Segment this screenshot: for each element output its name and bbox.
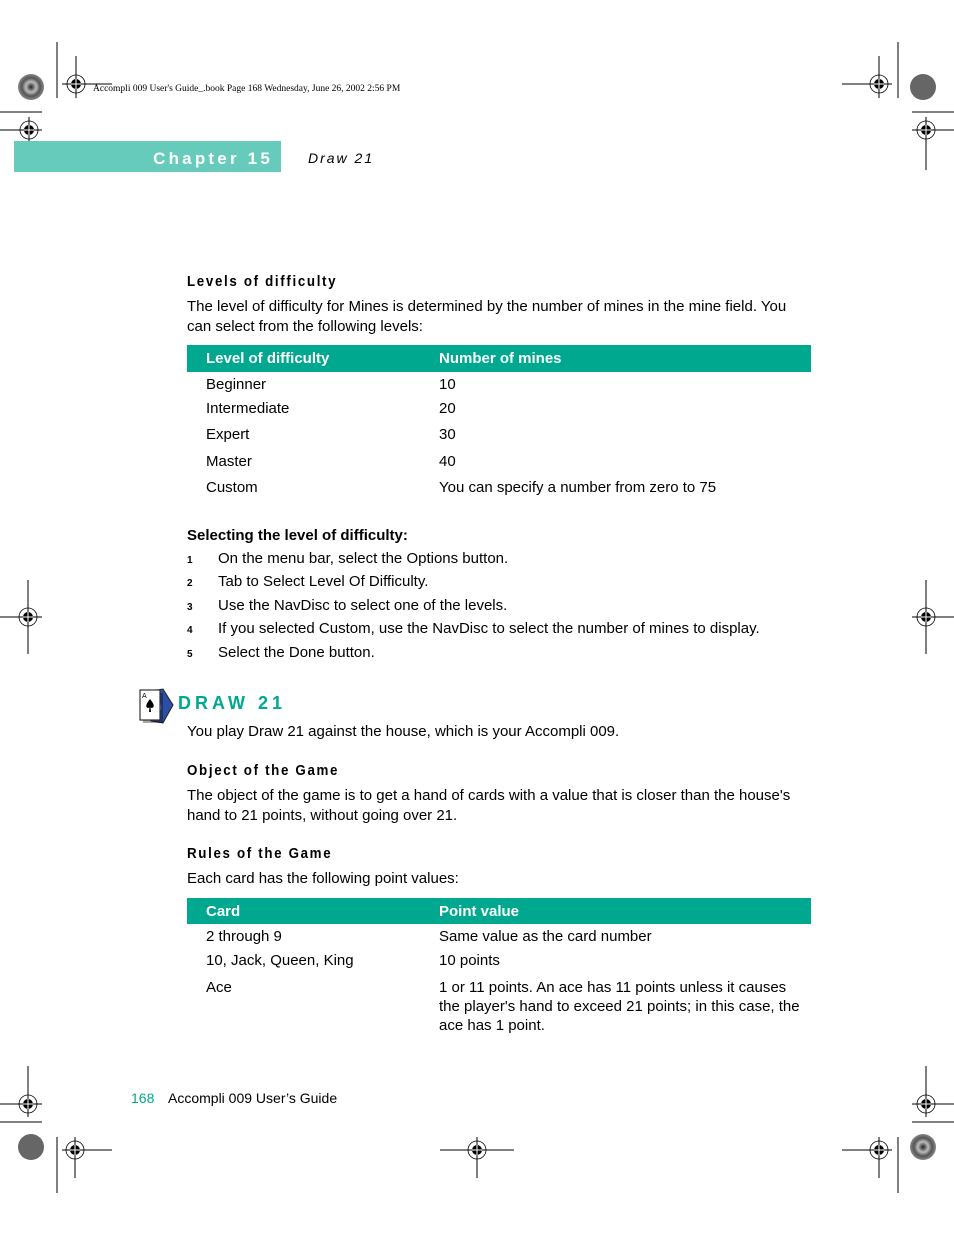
- table-cell: 20: [439, 399, 456, 417]
- registration-dial-icon: [910, 1134, 936, 1160]
- table-row: Beginner 10: [187, 372, 811, 399]
- procedure-step: 3 Use the NavDisc to select one of the le…: [187, 597, 507, 614]
- table-cell: Custom: [206, 479, 258, 496]
- table-row: Ace 1 or 11 points. An ace has 11 points…: [187, 978, 811, 1035]
- table-row: Custom You can specify a number from zer…: [187, 478, 811, 505]
- object-text: The object of the game is to get a hand …: [187, 786, 790, 825]
- step-text: Use the NavDisc to select one of the lev…: [218, 597, 508, 614]
- table-cell: 40: [439, 452, 456, 470]
- footer-book-title: Accompli 009 User’s Guide: [168, 1090, 338, 1106]
- table-cell: 10 points: [439, 952, 500, 969]
- registration-dial-icon: [18, 74, 44, 100]
- table-cell: 10, Jack, Queen, King: [206, 952, 354, 969]
- table-row: Master 40: [187, 452, 811, 479]
- column-header: Point value: [420, 898, 811, 924]
- table-cell: 30: [439, 426, 456, 443]
- levels-intro-line: The level of difficulty for Mines is det…: [187, 298, 787, 315]
- step-number: 4: [187, 625, 193, 636]
- table-row: Expert 30: [187, 425, 811, 452]
- registration-dial-icon: [18, 1134, 44, 1160]
- table-cell: Intermediate: [206, 399, 290, 417]
- table-row: 2 through 9 Same value as the card numbe…: [187, 924, 811, 951]
- object-text-line: hand to 21 points, without going over 21…: [187, 806, 458, 824]
- table-cell: 2 through 9: [206, 928, 282, 945]
- object-text-line: The object of the game is to get a hand …: [187, 787, 791, 804]
- column-header: Level of difficulty: [187, 345, 420, 372]
- step-text: Select the Done button.: [218, 644, 375, 661]
- procedure-step: 1 On the menu bar, select the Options but…: [187, 550, 508, 567]
- table-row: 10, Jack, Queen, King 10 points: [187, 951, 811, 978]
- table-cell: 1 or 11 points. An ace has 11 points unl…: [439, 979, 800, 1034]
- section-heading-object: Object of the Game: [187, 763, 340, 779]
- table-cell: Master: [206, 452, 252, 470]
- levels-intro-line: can select from the following levels:: [187, 317, 423, 335]
- table-row: Intermediate 20: [187, 399, 811, 426]
- step-text: If you selected Custom, use the NavDisc …: [218, 620, 760, 637]
- registration-dial-icon: [910, 74, 936, 100]
- step-number: 5: [187, 649, 193, 660]
- column-header: Number of mines: [420, 345, 811, 372]
- table-cell: 10: [439, 376, 456, 393]
- svg-text:A: A: [142, 693, 147, 700]
- chapter-label: Chapter 15: [153, 149, 273, 168]
- step-number: 3: [187, 602, 193, 613]
- step-text: Tab to Select Level Of Difficulty.: [218, 573, 429, 590]
- table-cell: Same value as the card number: [439, 928, 652, 945]
- section-heading-draw21: DRAW 21: [178, 693, 287, 713]
- table-cell: Beginner: [206, 376, 267, 393]
- chapter-title: Draw 21: [308, 150, 375, 166]
- table-cell: Expert: [206, 426, 250, 443]
- column-header: Card: [187, 898, 420, 924]
- playing-card-ace-of-spades-icon: A: [139, 688, 174, 724]
- table-header-row: Card Point value: [187, 898, 811, 924]
- table-cell: Ace: [206, 979, 232, 996]
- difficulty-table: Level of difficulty Number of mines Begi…: [187, 345, 811, 505]
- chapter-banner: Chapter 15: [14, 141, 281, 172]
- procedure-step: 5 Select the Done button.: [187, 644, 375, 661]
- crop-marks: [0, 42, 954, 1193]
- step-number: 2: [187, 578, 193, 589]
- section-heading-rules: Rules of the Game: [187, 846, 333, 862]
- table-cell: You can specify a number from zero to 75: [439, 479, 717, 496]
- procedure-step: 4 If you selected Custom, use the NavDisc…: [187, 620, 760, 637]
- levels-intro: The level of difficulty for Mines is det…: [187, 297, 786, 336]
- table-header-row: Level of difficulty Number of mines: [187, 345, 811, 372]
- draw21-intro: You play Draw 21 against the house, whic…: [187, 723, 620, 740]
- rules-intro: Each card has the following point values…: [187, 870, 459, 887]
- step-number: 1: [187, 555, 193, 566]
- procedure-title: Selecting the level of difficulty:: [187, 527, 408, 544]
- step-text: On the menu bar, select the Options butt…: [218, 550, 509, 567]
- procedure-step: 2 Tab to Select Level Of Difficulty.: [187, 573, 428, 590]
- section-heading-levels: Levels of difficulty: [187, 274, 338, 290]
- card-values-table: Card Point value 2 through 9 Same value …: [187, 898, 811, 1035]
- print-info-line: Accompli 009 User's Guide_.book Page 168…: [93, 84, 401, 94]
- page-number: 168: [131, 1090, 155, 1106]
